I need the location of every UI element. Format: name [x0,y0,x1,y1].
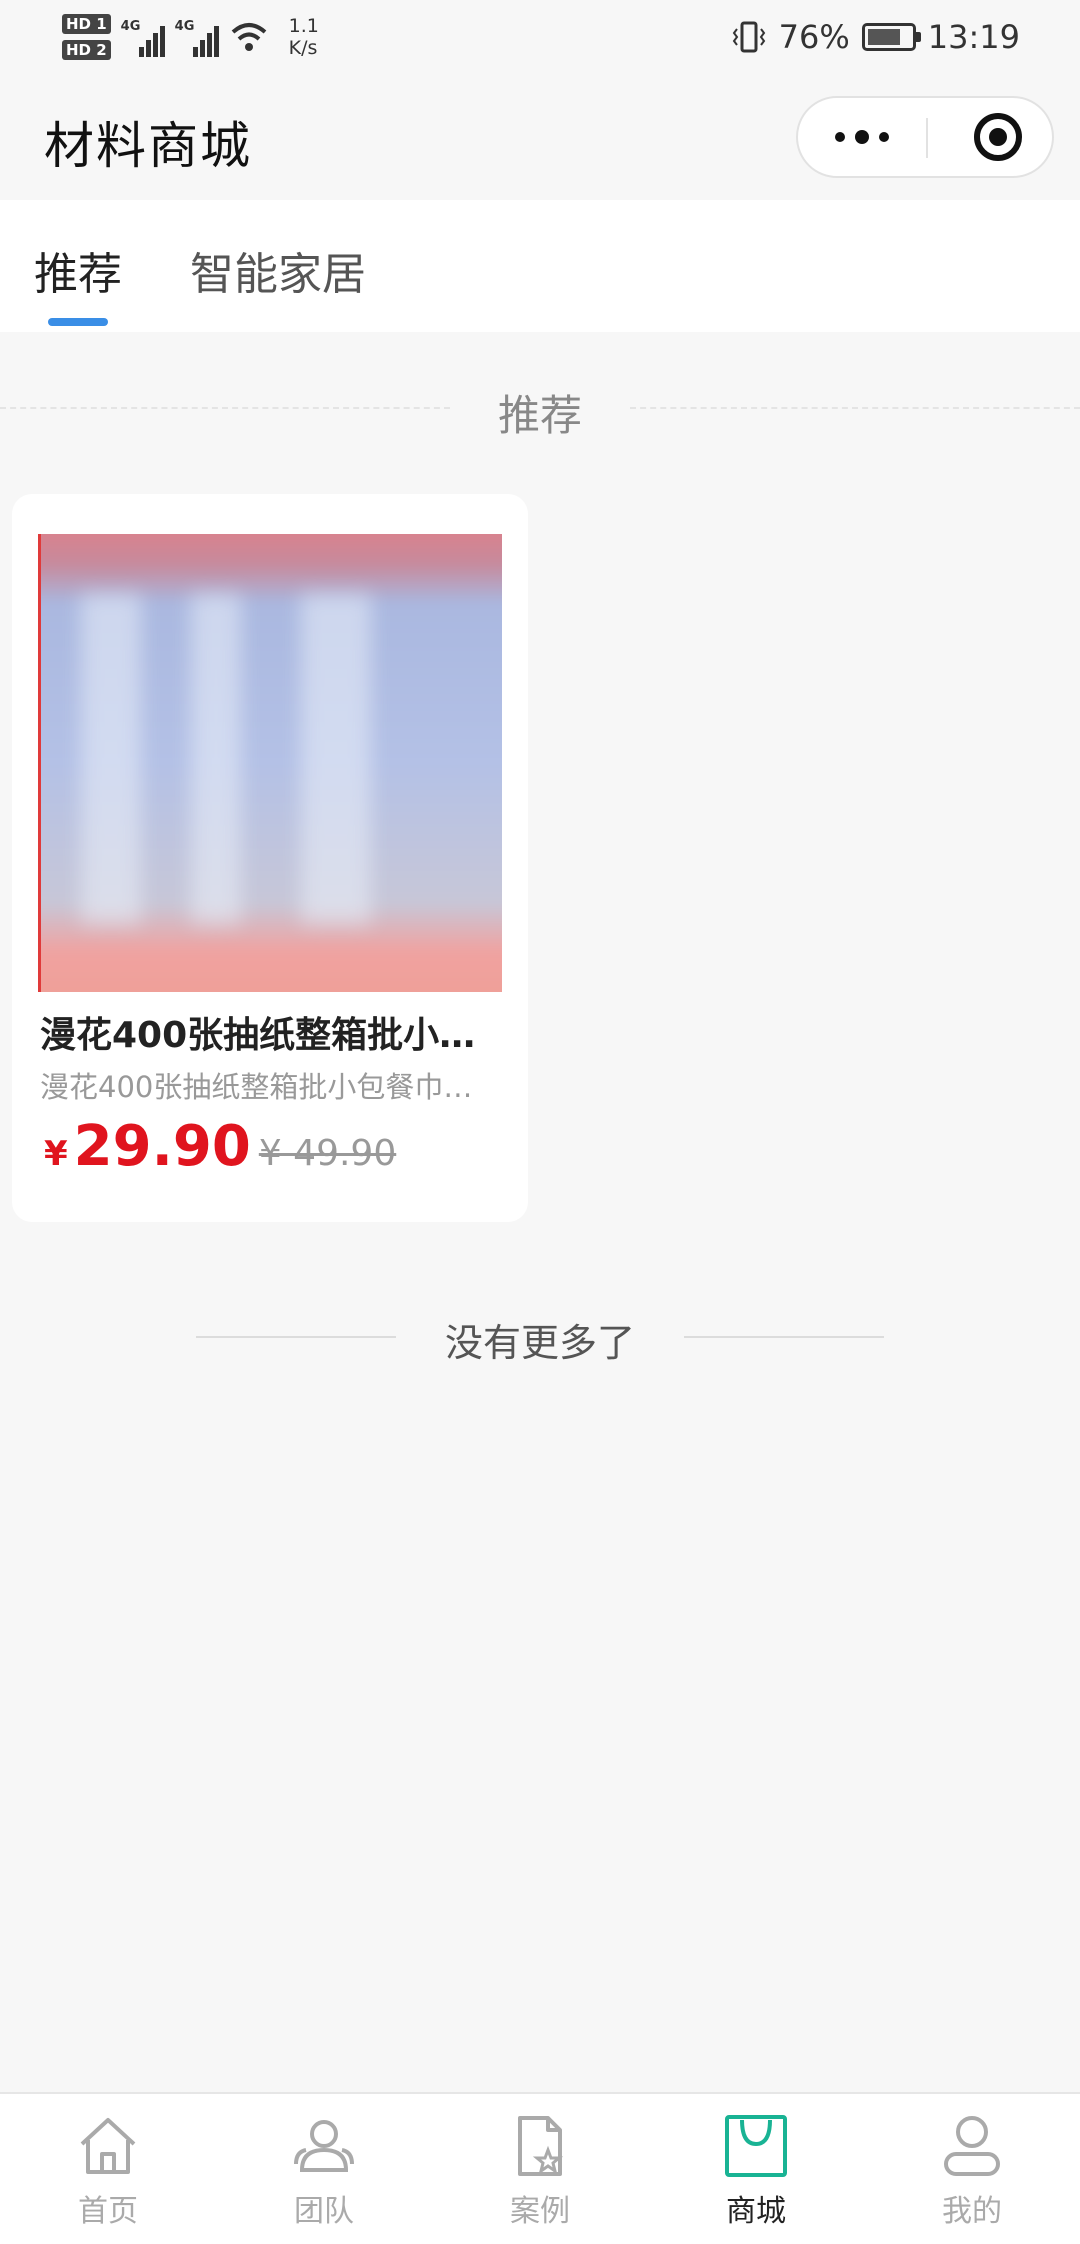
status-left: HD 1 HD 2 4G 4G 1.1 K/s [62,8,319,66]
tabbar-item-shop[interactable]: 商城 [686,2114,826,2234]
no-more-indicator: 没有更多了 [0,1306,1080,1366]
signal-1-icon: 4G [121,17,165,57]
miniprogram-capsule [796,96,1054,178]
tabbar-label-shop: 商城 [726,2194,786,2229]
product-desc: 漫花400张抽纸整箱批小包餐巾纸家用实惠装 [40,1070,490,1104]
battery-icon [861,23,921,51]
tabbar-label-profile: 我的 [942,2194,1002,2229]
tabbar-label-home: 首页 [78,2194,138,2229]
product-name[interactable]: 漫花400张抽纸整箱批小包餐巾纸 [40,1006,510,1058]
vibrate-icon [732,21,765,53]
bottom-tab-bar: 首页 团队 案例 商城 我的 [0,2092,1080,2244]
active-tab-indicator [48,318,108,326]
capsule-divider [926,118,928,158]
tab-recommend[interactable]: 推荐 [34,238,122,302]
home-icon [80,2118,136,2174]
profile-icon [944,2116,1000,2176]
more-icon [835,132,845,142]
battery-percent: 76% [778,18,850,56]
hd2-badge: HD 2 [62,40,111,60]
case-icon [518,2116,564,2176]
price-currency: ¥ [44,1134,68,1174]
tabbar-label-case: 案例 [510,2194,570,2229]
price-value: 29.90 [73,1114,251,1179]
tabbar-label-team: 团队 [294,2194,354,2229]
category-tabs: 推荐 智能家居 [0,200,1080,332]
tabbar-item-team[interactable]: 团队 [254,2114,394,2234]
product-card[interactable]: 漫花400张抽纸整箱批小包餐巾纸 漫花400张抽纸整箱批小包餐巾纸家用实惠装 ¥… [12,494,528,1222]
hd1-badge: HD 1 [62,14,111,34]
no-more-text: 没有更多了 [444,1321,635,1365]
section-header: 推荐 [0,378,1080,440]
clock: 13:19 [927,18,1020,56]
tab-smart-home[interactable]: 智能家居 [190,238,366,302]
team-icon [294,2120,354,2172]
net-speed: 1.1 K/s [289,15,319,59]
net-speed-unit: K/s [288,37,318,59]
product-price: ¥ 29.90 ¥ 49.90 [44,1114,396,1179]
signal-1-label: 4G [120,19,141,34]
signal-2-icon: 4G [175,17,219,57]
more-button[interactable] [798,98,926,176]
wifi-icon [231,23,266,51]
original-price: ¥ 49.90 [258,1133,397,1174]
nav-bar: 材料商城 [0,74,1080,200]
close-target-icon[interactable] [974,113,1022,161]
status-bar: HD 1 HD 2 4G 4G 1.1 K/s 76% 13:19 [0,0,1080,74]
battery-fill [867,29,900,45]
net-speed-value: 1.1 [288,15,319,37]
page-title: 材料商城 [44,117,252,175]
status-right: 76% 13:19 [731,8,1020,66]
tabbar-item-home[interactable]: 首页 [38,2114,178,2234]
signal-2-label: 4G [174,19,195,34]
shop-bag-icon [725,2115,787,2177]
hd-badges: HD 1 HD 2 [62,14,111,60]
tabbar-item-profile[interactable]: 我的 [902,2114,1042,2234]
tabbar-item-case[interactable]: 案例 [470,2114,610,2234]
product-image[interactable] [38,534,502,992]
section-title: 推荐 [497,391,582,440]
